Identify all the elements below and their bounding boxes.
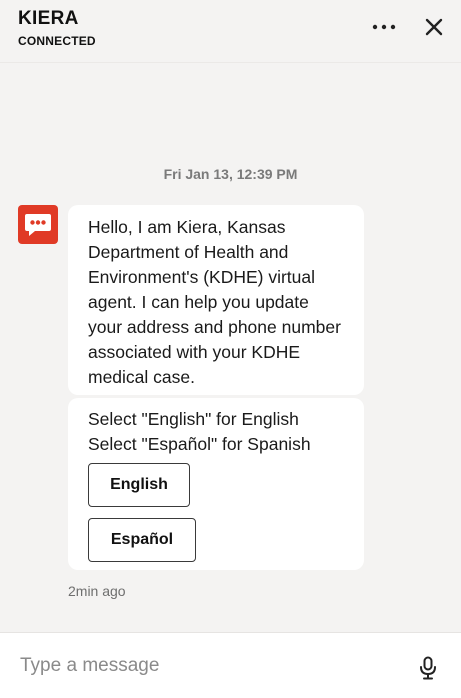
close-icon: [425, 18, 443, 36]
bot-message-language-select: Select "English" for English Select "Esp…: [68, 398, 364, 570]
conversation-timestamp: Fri Jan 13, 12:39 PM: [163, 166, 298, 182]
english-button[interactable]: English: [88, 463, 190, 507]
chat-window: KIERA CONNECTED Fri Jan 13, 12:39 PM Hel…: [0, 0, 461, 698]
message-composer: [0, 632, 461, 698]
microphone-icon: [420, 656, 436, 680]
message-input[interactable]: [20, 651, 390, 681]
agent-name: KIERA: [18, 8, 79, 29]
close-chat-button[interactable]: [420, 13, 448, 41]
more-horizontal-icon: [372, 24, 396, 30]
greeting-text: Hello, I am Kiera, Kansas Department of …: [88, 217, 341, 387]
header-divider: [0, 62, 461, 63]
chat-bubble-icon: [25, 213, 51, 236]
espanol-button[interactable]: Español: [88, 518, 196, 562]
message-age: 2min ago: [68, 583, 126, 599]
more-options-button[interactable]: [370, 14, 398, 40]
chat-header: KIERA CONNECTED: [0, 0, 461, 62]
bot-avatar: [18, 205, 58, 244]
prompt-line-spanish: Select "Español" for Spanish: [88, 434, 311, 454]
voice-input-button[interactable]: [414, 653, 442, 683]
bot-message-greeting: Hello, I am Kiera, Kansas Department of …: [68, 205, 364, 395]
prompt-line-english: Select "English" for English: [88, 409, 299, 429]
connection-status: CONNECTED: [18, 34, 96, 48]
